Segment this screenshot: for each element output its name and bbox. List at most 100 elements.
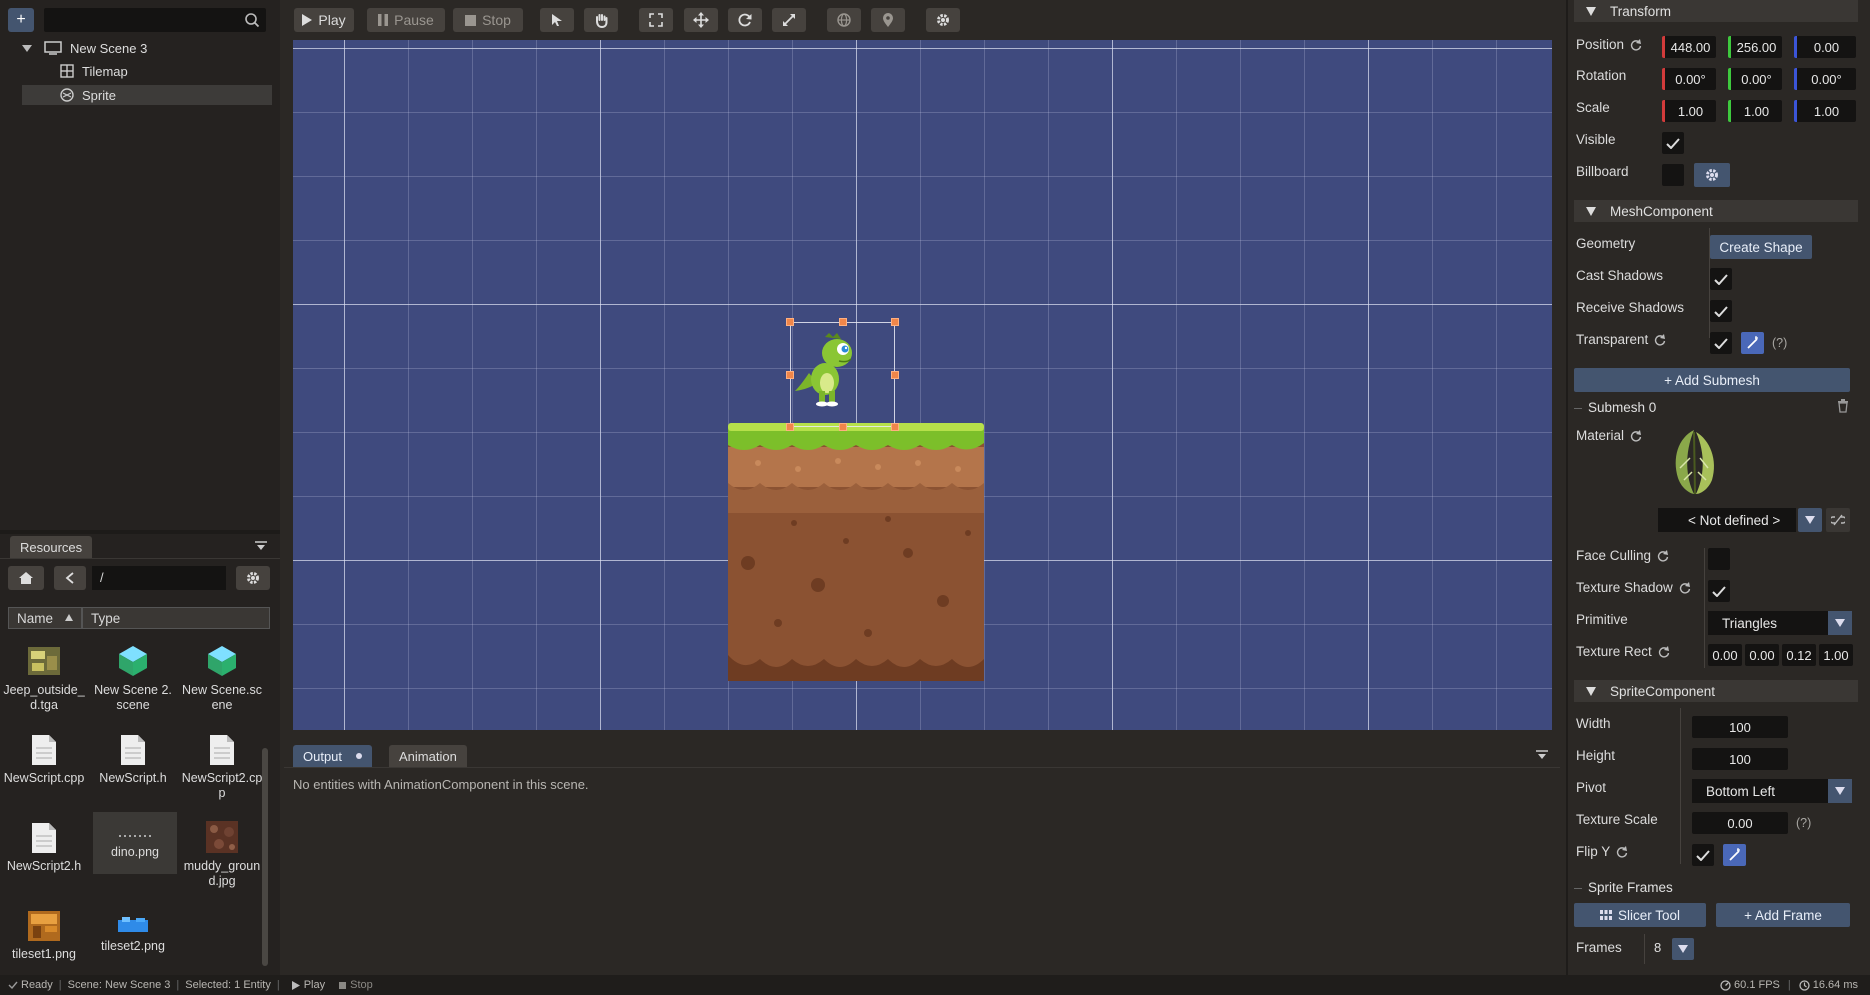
position-x-field[interactable]: 448.00 — [1662, 36, 1716, 58]
world-space-button[interactable] — [827, 8, 861, 32]
texture-scale-field[interactable]: 0.00 — [1692, 812, 1788, 834]
create-shape-button[interactable]: Create Shape — [1710, 235, 1812, 259]
selection-box[interactable] — [790, 322, 895, 427]
viewport-settings-button[interactable] — [926, 8, 960, 32]
scale-y-field[interactable]: 1.00 — [1728, 100, 1782, 122]
dropdown-arrow[interactable] — [1828, 611, 1852, 635]
resize-handle[interactable] — [786, 423, 794, 431]
transform-section-header[interactable]: Transform — [1574, 0, 1858, 22]
home-button[interactable] — [8, 566, 44, 590]
mesh-section-header[interactable]: MeshComponent — [1574, 200, 1858, 222]
scene-viewport[interactable] — [293, 40, 1552, 730]
position-y-field[interactable]: 256.00 — [1728, 36, 1782, 58]
select-tool-button[interactable] — [540, 8, 574, 32]
texture-rect-h-field[interactable]: 1.00 — [1819, 644, 1853, 666]
column-type-header[interactable]: Type — [82, 607, 270, 629]
file-item[interactable]: NewScript2.cpp — [180, 724, 264, 801]
receive-shadows-checkbox[interactable] — [1710, 300, 1732, 322]
texture-rect-w-field[interactable]: 0.12 — [1782, 644, 1816, 666]
rotation-y-field[interactable]: 0.00° — [1728, 68, 1782, 90]
visible-checkbox[interactable] — [1662, 132, 1684, 154]
billboard-checkbox[interactable] — [1662, 164, 1684, 186]
hierarchy-search-input[interactable] — [44, 8, 266, 32]
pivot-dropdown[interactable]: Bottom Left — [1692, 779, 1852, 803]
pivot-button[interactable] — [871, 8, 905, 32]
status-stop-button[interactable]: Stop — [339, 979, 373, 991]
file-item[interactable]: New Scene 2.scene — [91, 636, 175, 713]
move-tool-button[interactable] — [684, 8, 718, 32]
flip-y-checkbox[interactable] — [1692, 844, 1714, 866]
scale-z-field[interactable]: 1.00 — [1794, 100, 1856, 122]
back-button[interactable] — [54, 566, 86, 590]
reset-icon[interactable] — [1658, 645, 1670, 658]
panel-splitter[interactable] — [0, 530, 280, 534]
reset-icon[interactable] — [1630, 38, 1642, 51]
add-entity-button[interactable]: + — [8, 8, 34, 32]
resize-handle[interactable] — [891, 423, 899, 431]
primitive-dropdown[interactable]: Triangles — [1708, 611, 1852, 635]
tab-animation[interactable]: Animation — [389, 745, 467, 767]
play-button[interactable]: Play — [294, 8, 354, 32]
panel-menu-icon[interactable] — [1535, 749, 1549, 761]
tree-item-tilemap[interactable]: Tilemap — [22, 61, 272, 81]
column-name-header[interactable]: Name — [8, 607, 82, 629]
resize-handle[interactable] — [786, 318, 794, 326]
frames-dropdown-arrow[interactable] — [1672, 938, 1694, 960]
file-item[interactable]: New Scene.scene — [180, 636, 264, 713]
reset-icon[interactable] — [1630, 429, 1642, 442]
slicer-tool-button[interactable]: Slicer Tool — [1574, 903, 1706, 927]
path-input[interactable]: / — [92, 566, 226, 590]
file-item-selected[interactable]: dino.png — [93, 812, 177, 874]
width-field[interactable]: 100 — [1692, 716, 1788, 738]
height-field[interactable]: 100 — [1692, 748, 1788, 770]
rotation-z-field[interactable]: 0.00° — [1794, 68, 1856, 90]
tree-item-sprite[interactable]: Sprite — [22, 85, 272, 105]
reset-icon[interactable] — [1679, 581, 1691, 594]
texture-rect-y-field[interactable]: 0.00 — [1745, 644, 1779, 666]
texture-rect-x-field[interactable]: 0.00 — [1708, 644, 1742, 666]
billboard-settings-button[interactable] — [1694, 163, 1730, 187]
auto-transparent-button[interactable] — [1741, 332, 1764, 354]
resize-handle[interactable] — [891, 318, 899, 326]
material-preview[interactable] — [1664, 428, 1726, 496]
file-item[interactable]: Jeep_outside_d.tga — [2, 636, 86, 713]
trash-icon[interactable] — [1837, 399, 1849, 413]
add-submesh-button[interactable]: + Add Submesh — [1574, 368, 1850, 392]
scale-tool-button[interactable] — [772, 8, 806, 32]
stop-button[interactable]: Stop — [453, 8, 523, 32]
texture-shadow-checkbox[interactable] — [1708, 580, 1730, 602]
resize-handle[interactable] — [891, 370, 899, 379]
material-dropdown[interactable]: < Not defined > — [1658, 508, 1796, 532]
auto-flip-button[interactable] — [1723, 844, 1746, 866]
file-item[interactable]: NewScript.h — [91, 724, 175, 786]
position-z-field[interactable]: 0.00 — [1794, 36, 1856, 58]
reset-icon[interactable] — [1654, 333, 1666, 346]
rotation-x-field[interactable]: 0.00° — [1662, 68, 1716, 90]
unlink-material-button[interactable] — [1826, 508, 1850, 532]
file-item[interactable]: NewScript.cpp — [2, 724, 86, 786]
frame-selection-button[interactable] — [639, 8, 673, 32]
help-hint[interactable]: (?) — [1796, 816, 1811, 830]
scale-x-field[interactable]: 1.00 — [1662, 100, 1716, 122]
resize-handle[interactable] — [838, 318, 847, 326]
add-frame-button[interactable]: + Add Frame — [1716, 903, 1850, 927]
resize-handle[interactable] — [786, 370, 794, 379]
file-item[interactable]: tileset2.png — [91, 900, 175, 954]
material-dropdown-arrow[interactable] — [1798, 508, 1822, 532]
face-culling-checkbox[interactable] — [1708, 548, 1730, 570]
reset-icon[interactable] — [1616, 845, 1628, 858]
cast-shadows-checkbox[interactable] — [1710, 268, 1732, 290]
help-hint[interactable]: (?) — [1772, 336, 1787, 350]
tab-resources[interactable]: Resources — [10, 536, 93, 558]
panel-menu-icon[interactable] — [254, 540, 268, 552]
file-item[interactable]: muddy_ground.jpg — [180, 812, 264, 889]
reset-icon[interactable] — [1657, 549, 1669, 562]
sprite-section-header[interactable]: SpriteComponent — [1574, 680, 1858, 702]
file-item[interactable]: NewScript2.h — [2, 812, 86, 874]
resource-settings-button[interactable] — [236, 566, 270, 590]
pause-button[interactable]: Pause — [367, 8, 445, 32]
dropdown-arrow[interactable] — [1828, 779, 1852, 803]
transparent-checkbox[interactable] — [1710, 332, 1732, 354]
pan-tool-button[interactable] — [584, 8, 618, 32]
file-item[interactable]: tileset1.png — [2, 900, 86, 962]
